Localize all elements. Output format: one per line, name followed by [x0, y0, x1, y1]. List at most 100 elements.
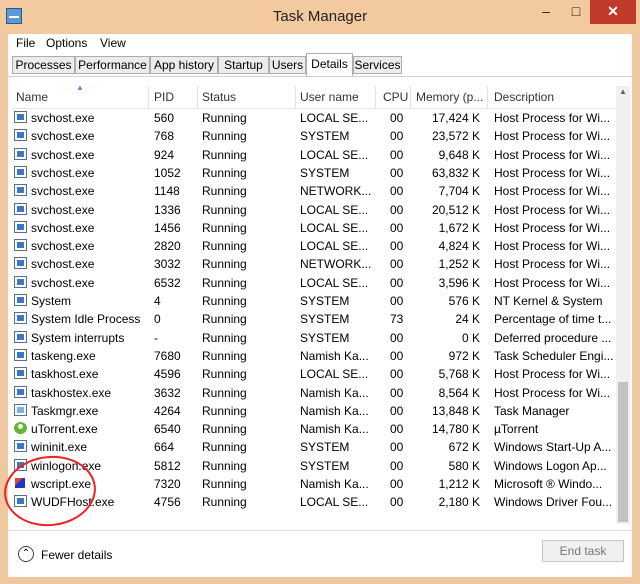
tab-services[interactable]: Services	[353, 56, 402, 74]
cell-status: Running	[202, 477, 247, 491]
fewer-details-link[interactable]: Fewer details	[41, 548, 112, 562]
cell-memory: 9,648 K	[438, 147, 480, 162]
tab-users[interactable]: Users	[269, 56, 306, 74]
column-divider[interactable]	[487, 86, 488, 108]
cell-user: Namish Ka...	[300, 422, 369, 437]
table-row[interactable]: wscript.exe 7320 Running Namish Ka... 00 1,21…	[12, 475, 618, 493]
cell-user: LOCAL SE...	[300, 495, 369, 510]
column-header-user[interactable]: User name	[300, 90, 359, 104]
table-row[interactable]: uTorrent.exe 6540 Running Namish Ka... 00 14,…	[12, 420, 618, 438]
cell-status: Running	[202, 403, 247, 418]
tab-details[interactable]: Details	[306, 53, 353, 76]
cell-cpu: 00	[390, 294, 404, 308]
close-button[interactable]: ✕	[590, 0, 636, 24]
column-header-name[interactable]: Name	[16, 90, 48, 104]
table-row[interactable]: System interrupts - Running SYSTEM 00 0 K Defe…	[12, 329, 618, 347]
cell-desc: Windows Start-Up A...	[494, 440, 612, 455]
table-row[interactable]: System Idle Process 0 Running SYSTEM 73 24 K P…	[12, 310, 618, 328]
end-task-button[interactable]: End task	[542, 540, 624, 562]
table-row[interactable]: winlogon.exe 5812 Running SYSTEM 00 580 K Wind…	[12, 457, 618, 475]
column-header-description[interactable]: Description	[494, 90, 554, 104]
table-row[interactable]: svchost.exe 1336 Running LOCAL SE... 00 20,51…	[12, 201, 618, 219]
column-header-pid[interactable]: PID	[154, 90, 174, 104]
vertical-scrollbar[interactable]: ▲	[616, 86, 630, 524]
cell-desc: Windows Driver Fou...	[494, 495, 613, 510]
table-row[interactable]: taskeng.exe 7680 Running Namish Ka... 00 972 …	[12, 347, 618, 365]
menu-options[interactable]: Options	[46, 36, 87, 50]
column-divider[interactable]	[375, 86, 376, 108]
cell-cpu: 00	[390, 348, 404, 363]
cell-status: Running	[202, 330, 247, 345]
cell-status: Running	[202, 257, 247, 272]
column-divider[interactable]	[295, 86, 296, 108]
table-row[interactable]: System 4 Running SYSTEM 00 576 K NT Kernel & S…	[12, 292, 618, 310]
cell-user: LOCAL SE...	[300, 367, 369, 382]
cell-user: NETWORK...	[300, 257, 372, 272]
tab-performance[interactable]: Performance	[75, 56, 150, 74]
window-icon	[14, 385, 27, 398]
table-row[interactable]: wininit.exe 664 Running SYSTEM 00 672 K Window…	[12, 438, 618, 456]
menu-view[interactable]: View	[100, 36, 126, 50]
cell-pid: 5812	[154, 458, 181, 473]
cell-cpu: 00	[390, 440, 404, 455]
cell-status: Running	[202, 111, 247, 125]
table-row[interactable]: svchost.exe 924 Running LOCAL SE... 00 9,648 …	[12, 146, 618, 164]
cell-name: System Idle Process	[31, 312, 141, 327]
table-row[interactable]: svchost.exe 6532 Running LOCAL SE... 00 3,596…	[12, 274, 618, 292]
cell-name: System interrupts	[31, 330, 125, 345]
cell-status: Running	[202, 422, 247, 437]
table-row[interactable]: svchost.exe 1456 Running LOCAL SE... 00 1,672…	[12, 219, 618, 237]
cell-cpu: 00	[390, 330, 404, 345]
window-icon	[14, 440, 27, 453]
scroll-up-icon[interactable]: ▲	[619, 87, 627, 96]
column-divider[interactable]	[197, 86, 198, 108]
cell-memory: 1,212 K	[438, 477, 480, 491]
cell-cpu: 00	[390, 275, 404, 290]
cell-memory: 7,704 K	[438, 184, 480, 199]
cell-cpu: 00	[390, 165, 404, 180]
menu-file[interactable]: File	[16, 36, 35, 50]
cell-desc: Host Process for Wi...	[494, 239, 611, 254]
cell-pid: 2820	[154, 239, 181, 254]
cell-cpu: 00	[390, 111, 404, 125]
table-row[interactable]: svchost.exe 1148 Running NETWORK... 00 7,704 …	[12, 182, 618, 200]
cell-desc: Percentage of time t...	[494, 312, 612, 327]
column-header-cpu[interactable]: CPU	[383, 90, 408, 104]
title-bar[interactable]: Task Manager – □ ✕	[0, 0, 640, 34]
table-row[interactable]: svchost.exe 1052 Running SYSTEM 00 63,832 K Ho…	[12, 164, 618, 182]
cell-pid: 6532	[154, 275, 181, 290]
column-header-memory[interactable]: Memory (p...	[416, 90, 483, 104]
cell-pid: 4596	[154, 367, 181, 382]
table-row[interactable]: svchost.exe 560 Running LOCAL SE... 00 17,424…	[12, 109, 618, 127]
window-icon	[14, 111, 27, 123]
tab-bar: Processes Performance App history Startu…	[8, 53, 632, 77]
cell-desc: Host Process for Wi...	[494, 257, 611, 272]
column-header-status[interactable]: Status	[202, 90, 236, 104]
scrollbar-thumb[interactable]	[618, 382, 628, 522]
column-divider[interactable]	[410, 86, 411, 108]
tab-processes[interactable]: Processes	[12, 56, 75, 74]
table-row[interactable]: Taskmgr.exe 4264 Running Namish Ka... 00 13,8…	[12, 402, 618, 420]
minimize-button[interactable]: –	[530, 0, 562, 24]
cell-user: LOCAL SE...	[300, 220, 369, 235]
table-row[interactable]: svchost.exe 768 Running SYSTEM 00 23,572 K Hos…	[12, 127, 618, 145]
window-icon	[14, 330, 27, 343]
tab-startup[interactable]: Startup	[218, 56, 269, 74]
cell-status: Running	[202, 202, 247, 217]
table-row[interactable]: taskhostex.exe 3632 Running Namish Ka... 00 8…	[12, 384, 618, 402]
window-icon	[14, 294, 27, 306]
maximize-button[interactable]: □	[562, 0, 590, 24]
cell-desc: Windows Logon Ap...	[494, 458, 607, 473]
table-row[interactable]: svchost.exe 3032 Running NETWORK... 00 1,252 …	[12, 255, 618, 273]
table-row[interactable]: taskhost.exe 4596 Running LOCAL SE... 00 5,76…	[12, 365, 618, 383]
cell-pid: 0	[154, 312, 161, 327]
chevron-up-icon[interactable]: ⌃	[18, 546, 34, 562]
table-row[interactable]: WUDFHost.exe 4756 Running LOCAL SE... 00 2,18…	[12, 493, 618, 511]
tab-app-history[interactable]: App history	[150, 56, 218, 74]
cell-desc: Host Process for Wi...	[494, 165, 611, 180]
cell-cpu: 00	[390, 422, 404, 437]
table-row[interactable]: svchost.exe 2820 Running LOCAL SE... 00 4,824…	[12, 237, 618, 255]
column-divider[interactable]	[148, 86, 149, 108]
cell-user: LOCAL SE...	[300, 111, 369, 125]
window-icon	[14, 220, 27, 233]
